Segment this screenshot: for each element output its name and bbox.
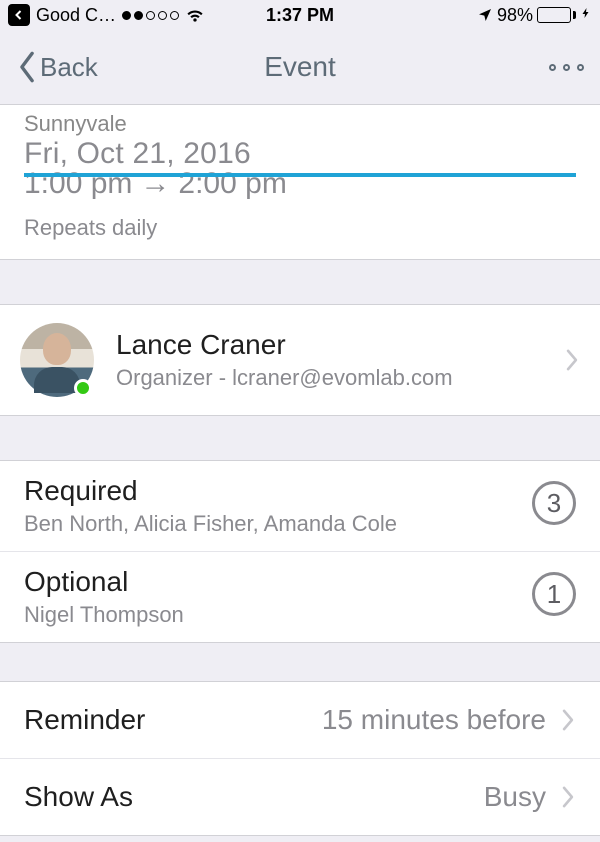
- battery-icon: [537, 7, 576, 23]
- required-attendees-row[interactable]: Required Ben North, Alicia Fisher, Amand…: [0, 461, 600, 552]
- show-as-value: Busy: [484, 781, 546, 813]
- show-as-label: Show As: [24, 781, 484, 813]
- event-settings-section: Reminder 15 minutes before Show As Busy: [0, 681, 600, 836]
- status-bar: Good C… 1:37 PM 98%: [0, 0, 600, 30]
- required-count-badge: 3: [532, 481, 576, 525]
- attendees-section: Required Ben North, Alicia Fisher, Amand…: [0, 460, 600, 643]
- organizer-subtitle: Organizer - lcraner@evomlab.com: [116, 365, 564, 391]
- avatar: [20, 323, 94, 397]
- back-label: Back: [40, 52, 98, 83]
- event-recurrence: Repeats daily: [24, 215, 576, 241]
- organizer-section[interactable]: Lance Craner Organizer - lcraner@evomlab…: [0, 304, 600, 416]
- required-names: Ben North, Alicia Fisher, Amanda Cole: [24, 511, 532, 537]
- optional-label: Optional: [24, 566, 532, 598]
- back-to-app-icon[interactable]: [8, 4, 30, 26]
- battery-percent: 98%: [497, 5, 533, 26]
- optional-count-badge: 1: [532, 572, 576, 616]
- clock: 1:37 PM: [266, 5, 334, 26]
- signal-strength-icon: [122, 11, 179, 20]
- show-as-row[interactable]: Show As Busy: [0, 759, 600, 835]
- event-location: Sunnyvale: [24, 111, 576, 135]
- more-options-button[interactable]: [549, 64, 584, 71]
- reminder-label: Reminder: [24, 704, 322, 736]
- optional-names: Nigel Thompson: [24, 602, 532, 628]
- organizer-name: Lance Craner: [116, 329, 564, 361]
- carrier-label: Good C…: [36, 5, 116, 26]
- optional-attendees-row[interactable]: Optional Nigel Thompson 1: [0, 552, 600, 642]
- event-time-section: Sunnyvale Fri, Oct 21, 2016 1:00 pm→2:00…: [0, 104, 600, 260]
- reminder-value: 15 minutes before: [322, 704, 546, 736]
- chevron-right-icon: [560, 784, 576, 810]
- navigation-bar: Back Event: [0, 30, 600, 104]
- charging-icon: [580, 5, 592, 26]
- event-date: Fri, Oct 21, 2016: [24, 137, 576, 171]
- required-label: Required: [24, 475, 532, 507]
- chevron-right-icon: [560, 707, 576, 733]
- location-icon: [477, 7, 493, 23]
- wifi-icon: [185, 5, 205, 25]
- chevron-right-icon: [564, 347, 580, 373]
- reminder-row[interactable]: Reminder 15 minutes before: [0, 682, 600, 759]
- presence-indicator: [74, 379, 92, 397]
- back-button[interactable]: Back: [16, 50, 98, 84]
